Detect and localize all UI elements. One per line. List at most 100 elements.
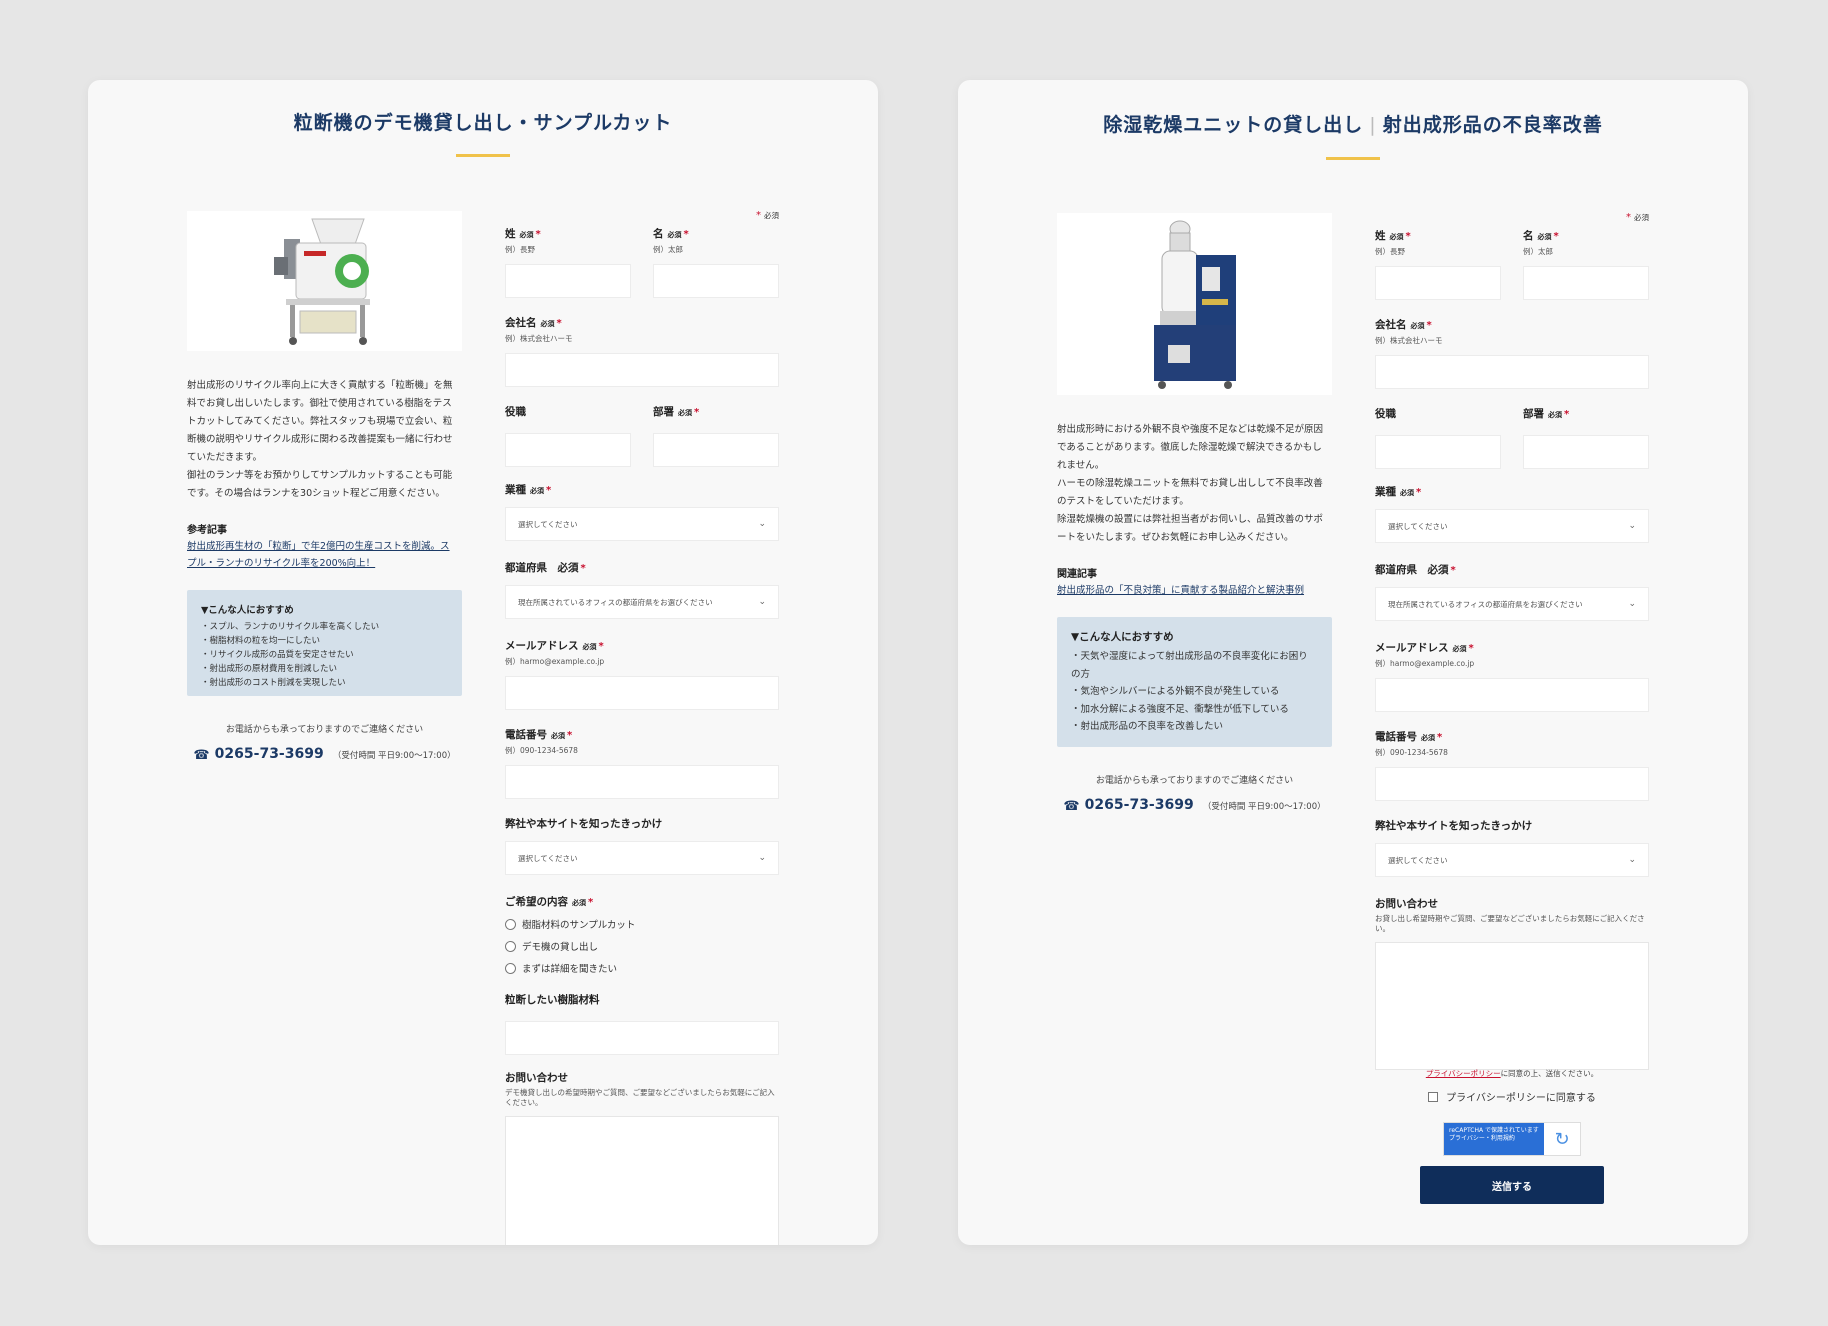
first-name-input[interactable]	[1523, 266, 1649, 300]
prefecture-select[interactable]: 現在所属されているオフィスの都道府県をお選びください ⌄	[505, 585, 779, 619]
company-field: 会社名 必須 * 例）株式会社ハーモ	[1375, 317, 1649, 389]
company-input[interactable]	[1375, 355, 1649, 389]
phone-hours: （受付時間 平日9:00〜17:00）	[332, 751, 456, 761]
source-select[interactable]: 選択してください ⌄	[505, 841, 779, 875]
prefecture-field: 都道府県 必須 * 現在所属されているオフィスの都道府県をお選びください ⌄	[1375, 562, 1649, 621]
demo-granulator-card: 粒断機のデモ機貸し出し・サンプルカット 射出成形のリサイクル率向上に大きく貢献す…	[88, 80, 878, 1245]
list-item: ・リサイクル成形の品質を安定させたい	[201, 650, 354, 660]
source-field: 弊社や本サイトを知ったきっかけ 選択してください ⌄	[1375, 818, 1649, 877]
source-field: 弊社や本サイトを知ったきっかけ 選択してください ⌄	[505, 816, 779, 875]
material-field: 粒断したい樹脂材料	[505, 992, 779, 1055]
inquiry-textarea[interactable]	[505, 1116, 779, 1245]
rental-request-form: * 必須 姓必須 * 例）長野 名必須 * 例）太郎 会社名 必須 * 例）株式会社ハーモ	[1375, 212, 1649, 1245]
email-input[interactable]	[505, 676, 779, 710]
chevron-down-icon: ⌄	[758, 853, 766, 863]
recaptcha-badge[interactable]: reCAPTCHA で保護されています プライバシー・利用規約 ↻	[1443, 1122, 1581, 1156]
tel-field: 電話番号 必須 * 例）090-1234-5678	[1375, 729, 1649, 801]
description: 射出成形のリサイクル率向上に大きく貢献する「粒断機」を無 料でお貸し出しいたしま…	[187, 380, 453, 499]
request-field: ご希望の内容 必須 * 樹脂材料のサンプルカット デモ機の貸し出し まずは詳細を聞き…	[505, 894, 779, 975]
dehumidifier-card: 除湿乾燥ユニットの貸し出し | 射出成形品の不良率改善 射出成形時における外観不良や…	[958, 80, 1748, 1245]
recaptcha-icon: ↻	[1554, 1128, 1570, 1150]
name-row: 姓必須 * 例）長野 名必須 * 例）太郎	[1375, 228, 1649, 300]
phone-number[interactable]: 0265-73-3699	[1085, 797, 1194, 813]
industry-field: 業種 必須 * 選択してください ⌄	[505, 482, 779, 541]
prefecture-select[interactable]: 現在所属されているオフィスの都道府県をお選びください ⌄	[1375, 587, 1649, 621]
phone-number[interactable]: 0265-73-3699	[215, 746, 324, 762]
chevron-down-icon: ⌄	[758, 519, 766, 529]
phone-icon: ☎	[193, 748, 210, 763]
email-input[interactable]	[1375, 678, 1649, 712]
chevron-down-icon: ⌄	[1628, 521, 1636, 531]
list-item: ・射出成形のコスト削減を実現したい	[201, 678, 346, 688]
list-item: の方	[1071, 668, 1091, 680]
demo-request-form: * 必須 姓必須 * 例）長野 名必須 * 例）太郎 会社名 必須 * 例）株式会社ハーモ	[505, 210, 779, 1245]
last-name-input[interactable]	[505, 264, 631, 298]
reference-heading: 参考記事	[187, 525, 227, 536]
industry-field: 業種 必須 * 選択してください ⌄	[1375, 484, 1649, 543]
contact-note: お電話からも承っておりますのでご連絡ください	[225, 725, 424, 735]
reference-article-link[interactable]: 射出成形品の「不良対策」に貢献する製品紹介と解決事例	[1057, 582, 1332, 599]
granulator-image	[187, 211, 462, 351]
dehumidifier-image	[1057, 213, 1332, 395]
list-item: ・加水分解による強度不足、衝撃性が低下している	[1071, 703, 1289, 715]
tel-input[interactable]	[1375, 767, 1649, 801]
phone-icon: ☎	[1063, 799, 1080, 814]
tel-field: 電話番号 必須 * 例）090-1234-5678	[505, 727, 779, 799]
list-item: ・天気や湿度によって射出成形品の不良率変化にお困り	[1071, 651, 1308, 662]
last-name-input[interactable]	[1375, 266, 1501, 300]
recommend-box: ▼こんな人におすすめ ・天気や湿度によって射出成形品の不良率変化にお困り の方 …	[1057, 617, 1332, 747]
material-input[interactable]	[505, 1021, 779, 1055]
required-legend: * 必須	[1626, 212, 1649, 223]
dehumidifier-illustration	[1153, 220, 1236, 389]
industry-select[interactable]: 選択してください ⌄	[505, 507, 779, 541]
tel-input[interactable]	[505, 765, 779, 799]
required-legend: * 必須	[756, 210, 779, 221]
radio-details[interactable]: まずは詳細を聞きたい	[505, 961, 779, 975]
list-item: ・樹脂材料の粒を均一にしたい	[201, 636, 321, 646]
reference-article-link[interactable]: 射出成形再生材の「粒断」で年2億円の生産コストを削減。ス プル・ランナのリサイク…	[187, 538, 462, 572]
company-input[interactable]	[505, 353, 779, 387]
privacy-note: プライバシーポリシーに同意の上、送信ください。	[1425, 1069, 1599, 1078]
title-underline	[1326, 157, 1380, 160]
email-field: メールアドレス 必須 * 例）harmo@example.co.jp	[505, 638, 779, 710]
chevron-down-icon: ⌄	[1628, 599, 1636, 609]
contact-note: お電話からも承っておりますのでご連絡ください	[1095, 776, 1294, 786]
inquiry-textarea[interactable]	[1375, 942, 1649, 1070]
position-input[interactable]	[505, 433, 631, 467]
company-field: 会社名 必須 * 例）株式会社ハーモ	[505, 315, 779, 387]
radio-sample-cut[interactable]: 樹脂材料のサンプルカット	[505, 917, 779, 931]
department-input[interactable]	[1523, 435, 1649, 469]
department-input[interactable]	[653, 433, 779, 467]
privacy-section: プライバシーポリシーに同意の上、送信ください。 プライバシーポリシーに同意する …	[1375, 1068, 1649, 1204]
email-field: メールアドレス 必須 * 例）harmo@example.co.jp	[1375, 640, 1649, 712]
list-item: ・射出成形の原材費用を削減したい	[201, 664, 338, 674]
info-column: 射出成形のリサイクル率向上に大きく貢献する「粒断機」を無 料でお貸し出しいたしま…	[187, 211, 462, 763]
phone-contact[interactable]: ☎ 0265-73-3699 （受付時間 平日9:00〜17:00）	[1057, 794, 1332, 814]
industry-select[interactable]: 選択してください ⌄	[1375, 509, 1649, 543]
privacy-agree-checkbox[interactable]: プライバシーポリシーに同意する	[1375, 1089, 1649, 1104]
list-item: ・気泡やシルバーによる外観不良が発生している	[1071, 686, 1280, 697]
card-title: 粒断機のデモ機貸し出し・サンプルカット	[293, 112, 673, 134]
position-row: 役職 部署 必須 *	[505, 404, 779, 467]
position-row: 役職 部署 必須 *	[1375, 406, 1649, 469]
chevron-down-icon: ⌄	[758, 597, 766, 607]
phone-contact[interactable]: ☎ 0265-73-3699 （受付時間 平日9:00〜17:00）	[187, 743, 462, 763]
title-underline	[456, 154, 510, 157]
chevron-down-icon: ⌄	[1628, 855, 1636, 865]
name-row: 姓必須 * 例）長野 名必須 * 例）太郎	[505, 226, 779, 298]
first-name-input[interactable]	[653, 264, 779, 298]
submit-button[interactable]: 送信する	[1420, 1166, 1604, 1204]
position-input[interactable]	[1375, 435, 1501, 469]
inquiry-field: お問い合わせ お貸し出し希望時期やご質問、ご要望などございましたらお気軽にご記入…	[1375, 896, 1649, 1070]
radio-demo-rental[interactable]: デモ機の貸し出し	[505, 939, 779, 953]
granulator-illustration	[273, 218, 370, 345]
privacy-policy-link[interactable]: プライバシーポリシー	[1426, 1069, 1501, 1078]
reference-heading: 関連記事	[1057, 569, 1097, 580]
recommend-box: ▼こんな人におすすめ ・スプル、ランナのリサイクル率を高くしたい ・樹脂材料の粒…	[187, 590, 462, 696]
list-item: ・スプル、ランナのリサイクル率を高くしたい	[201, 622, 380, 632]
description: 射出成形時における外観不良や強度不足などは乾燥不足が原因 であることがあります。…	[1057, 424, 1324, 543]
source-select[interactable]: 選択してください ⌄	[1375, 843, 1649, 877]
inquiry-field: お問い合わせ デモ機貸し出しの希望時期やご質問、ご要望などございましたらお気軽に…	[505, 1070, 779, 1245]
phone-hours: （受付時間 平日9:00〜17:00）	[1202, 802, 1326, 812]
list-item: ・射出成形品の不良率を改善したい	[1071, 721, 1224, 732]
